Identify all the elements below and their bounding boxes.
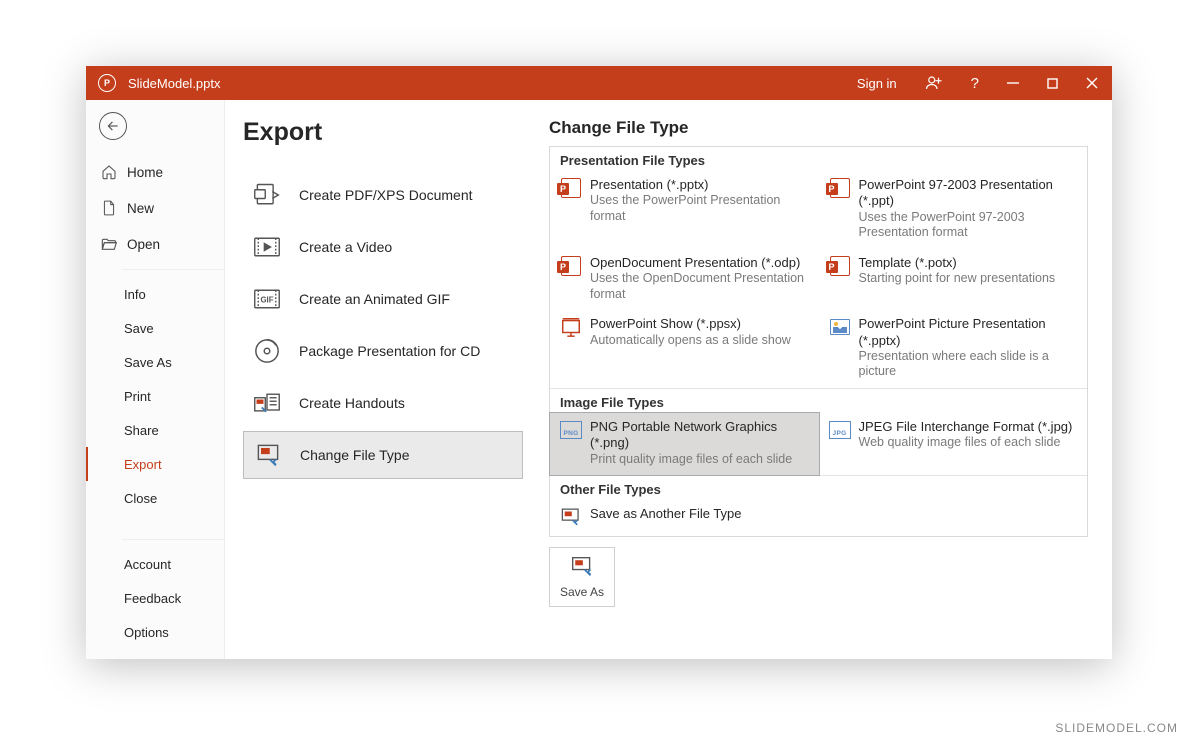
open-icon bbox=[101, 237, 117, 251]
group-image-title: Image File Types bbox=[550, 389, 1087, 413]
pdf-icon bbox=[253, 181, 281, 209]
handouts-icon bbox=[253, 389, 281, 417]
png-icon: PNG bbox=[560, 419, 582, 441]
filetype-ppsx[interactable]: PowerPoint Show (*.ppsx) Automatically o… bbox=[550, 310, 819, 388]
filetype-potx[interactable]: Template (*.potx) Starting point for new… bbox=[819, 249, 1088, 311]
new-icon bbox=[101, 200, 117, 216]
export-option-cd[interactable]: Package Presentation for CD bbox=[243, 327, 523, 375]
sidebar-item-export[interactable]: Export bbox=[86, 447, 224, 481]
title-bar: P SlideModel.pptx Sign in ? bbox=[86, 66, 1112, 100]
cd-icon bbox=[253, 337, 281, 365]
change-file-type-icon bbox=[254, 441, 282, 469]
sidebar-item-print[interactable]: Print bbox=[86, 379, 224, 413]
export-option-label: Create a Video bbox=[299, 239, 392, 255]
jpg-icon: JPG bbox=[829, 419, 851, 441]
gif-icon: GIF bbox=[253, 285, 281, 313]
account-manager-icon[interactable] bbox=[911, 66, 957, 100]
pptx-icon bbox=[560, 177, 582, 199]
sidebar-label: New bbox=[127, 201, 154, 216]
powerpoint-backstage-window: P SlideModel.pptx Sign in ? bbox=[86, 66, 1112, 659]
filetype-picture-pptx[interactable]: PowerPoint Picture Presentation (*.pptx)… bbox=[819, 310, 1088, 388]
backstage-sidebar: Home New Open Info Save Save As Print Sh… bbox=[86, 100, 225, 659]
file-types-box: Presentation File Types Presentation (*.… bbox=[549, 146, 1088, 537]
change-file-type-panel: Change File Type Presentation File Types… bbox=[527, 100, 1112, 659]
sign-in-button[interactable]: Sign in bbox=[843, 66, 911, 100]
sidebar-item-share[interactable]: Share bbox=[86, 413, 224, 447]
sidebar-label: Home bbox=[127, 165, 163, 180]
odp-icon bbox=[560, 255, 582, 277]
sidebar-item-info[interactable]: Info bbox=[86, 277, 224, 311]
filetype-odp[interactable]: OpenDocument Presentation (*.odp) Uses t… bbox=[550, 249, 819, 311]
export-heading: Export bbox=[243, 118, 527, 147]
save-as-button-icon bbox=[569, 556, 595, 581]
save-as-button-label: Save As bbox=[560, 585, 604, 599]
close-window-button[interactable] bbox=[1072, 66, 1112, 100]
export-option-label: Change File Type bbox=[300, 447, 409, 463]
group-other-title: Other File Types bbox=[550, 476, 1087, 500]
export-option-change-file-type[interactable]: Change File Type bbox=[243, 431, 523, 479]
export-option-pdf[interactable]: Create PDF/XPS Document bbox=[243, 171, 523, 219]
ppt-icon bbox=[829, 177, 851, 199]
ppsx-icon bbox=[560, 316, 582, 338]
group-presentation-title: Presentation File Types bbox=[550, 147, 1087, 171]
panel-heading: Change File Type bbox=[549, 118, 1088, 138]
sidebar-item-close[interactable]: Close bbox=[86, 481, 224, 515]
picture-presentation-icon bbox=[829, 316, 851, 338]
save-as-button[interactable]: Save As bbox=[549, 547, 615, 607]
export-option-gif[interactable]: GIF Create an Animated GIF bbox=[243, 275, 523, 323]
sidebar-item-new[interactable]: New bbox=[86, 190, 224, 226]
filetype-png[interactable]: PNG PNG Portable Network Graphics (*.png… bbox=[549, 412, 820, 476]
maximize-button[interactable] bbox=[1033, 66, 1072, 100]
powerpoint-app-icon: P bbox=[98, 74, 116, 92]
svg-text:GIF: GIF bbox=[260, 296, 273, 305]
back-button[interactable] bbox=[99, 112, 127, 140]
sidebar-item-account[interactable]: Account bbox=[86, 547, 224, 581]
export-option-handouts[interactable]: Create Handouts bbox=[243, 379, 523, 427]
filetype-other[interactable]: Save as Another File Type bbox=[550, 500, 819, 536]
sidebar-item-open[interactable]: Open bbox=[86, 226, 224, 262]
save-as-other-icon bbox=[560, 506, 582, 528]
sidebar-item-options[interactable]: Options bbox=[86, 615, 224, 649]
export-options-column: Export Create PDF/XPS Document Create a … bbox=[225, 100, 527, 659]
filetype-jpg[interactable]: JPG JPEG File Interchange Format (*.jpg)… bbox=[819, 413, 1088, 475]
filetype-pptx[interactable]: Presentation (*.pptx) Uses the PowerPoin… bbox=[550, 171, 819, 249]
sidebar-label: Open bbox=[127, 237, 160, 252]
export-option-video[interactable]: Create a Video bbox=[243, 223, 523, 271]
help-button[interactable]: ? bbox=[957, 66, 993, 100]
sidebar-item-home[interactable]: Home bbox=[86, 154, 224, 190]
watermark: SLIDEMODEL.COM bbox=[1055, 721, 1178, 735]
video-icon bbox=[253, 233, 281, 261]
sidebar-item-save[interactable]: Save bbox=[86, 311, 224, 345]
document-title: SlideModel.pptx bbox=[128, 76, 221, 91]
filetype-ppt[interactable]: PowerPoint 97-2003 Presentation (*.ppt) … bbox=[819, 171, 1088, 249]
sidebar-item-save-as[interactable]: Save As bbox=[86, 345, 224, 379]
home-icon bbox=[101, 164, 117, 180]
export-option-label: Create an Animated GIF bbox=[299, 291, 450, 307]
export-option-label: Create PDF/XPS Document bbox=[299, 187, 473, 203]
export-option-label: Create Handouts bbox=[299, 395, 405, 411]
export-option-label: Package Presentation for CD bbox=[299, 343, 480, 359]
potx-icon bbox=[829, 255, 851, 277]
minimize-button[interactable] bbox=[993, 66, 1033, 100]
sidebar-item-feedback[interactable]: Feedback bbox=[86, 581, 224, 615]
